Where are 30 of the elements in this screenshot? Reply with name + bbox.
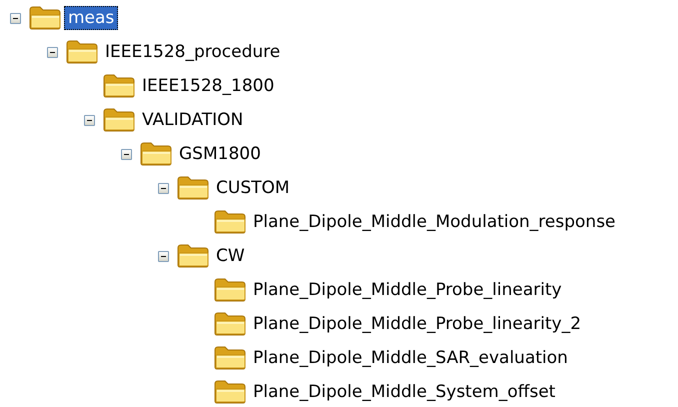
tree-item[interactable]: IEEE1528_procedure: [101, 40, 284, 64]
collapse-icon[interactable]: [10, 12, 21, 24]
collapse-icon[interactable]: [47, 46, 58, 58]
tree-item[interactable]: Plane_Dipole_Middle_Probe_linearity_2: [249, 312, 586, 336]
folder-icon: [140, 142, 172, 166]
collapse-icon[interactable]: [84, 114, 95, 126]
tree-item[interactable]: Plane_Dipole_Middle_Modulation_response: [249, 210, 620, 234]
folder-icon: [214, 210, 246, 234]
folder-icon: [177, 244, 209, 268]
folder-icon: [103, 108, 135, 132]
folder-icon: [214, 312, 246, 336]
tree-item[interactable]: Plane_Dipole_Middle_Probe_linearity: [249, 278, 566, 302]
tree-item[interactable]: meas: [64, 6, 118, 30]
collapse-icon[interactable]: [158, 250, 169, 262]
tree-item[interactable]: Plane_Dipole_Middle_SAR_evaluation: [249, 346, 572, 370]
tree-item[interactable]: CUSTOM: [212, 176, 294, 200]
folder-icon: [29, 6, 61, 30]
folder-icon: [214, 346, 246, 370]
tree-item[interactable]: Plane_Dipole_Middle_System_offset: [249, 380, 560, 404]
collapse-icon[interactable]: [121, 148, 132, 160]
folder-icon: [66, 40, 98, 64]
folder-icon: [214, 278, 246, 302]
tree-item[interactable]: CW: [212, 244, 249, 268]
tree-item[interactable]: GSM1800: [175, 142, 265, 166]
folder-icon: [214, 380, 246, 404]
tree-item[interactable]: VALIDATION: [138, 108, 248, 132]
collapse-icon[interactable]: [158, 182, 169, 194]
folder-icon: [177, 176, 209, 200]
folder-icon: [103, 74, 135, 98]
tree-item[interactable]: IEEE1528_1800: [138, 74, 278, 98]
